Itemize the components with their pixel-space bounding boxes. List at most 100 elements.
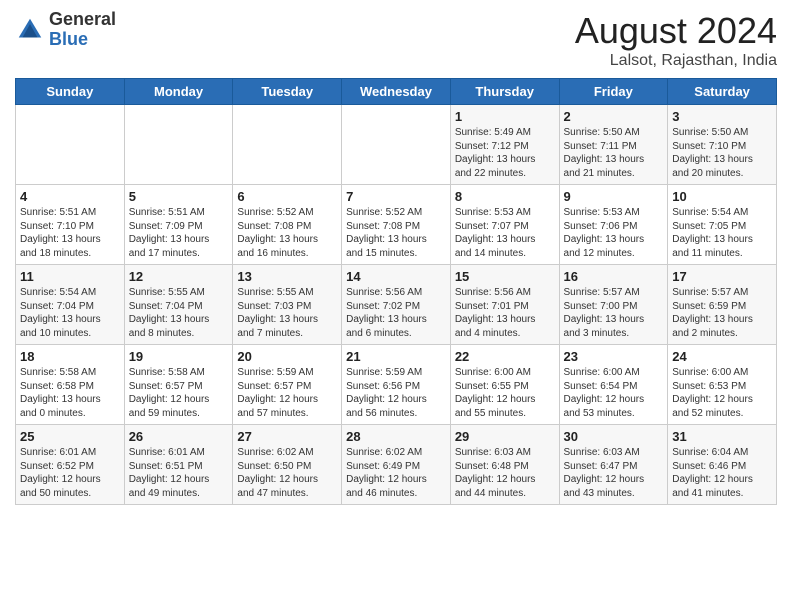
day-number: 18 [20,349,120,364]
calendar-cell [342,105,451,185]
day-info: Sunrise: 5:58 AM Sunset: 6:58 PM Dayligh… [20,366,120,420]
day-number: 3 [672,109,772,124]
calendar-cell: 4 Sunrise: 5:51 AM Sunset: 7:10 PM Daylig… [16,185,125,265]
calendar-cell: 12Sunrise: 5:55 AM Sunset: 7:04 PM Dayli… [124,265,233,345]
day-number: 14 [346,269,446,284]
day-number: 30 [564,429,664,444]
day-info: Sunrise: 5:49 AM Sunset: 7:12 PM Dayligh… [455,126,555,180]
day-number: 11 [20,269,120,284]
calendar-cell: 30 Sunrise: 6:03 AM Sunset: 6:47 PM Dayli… [559,425,668,505]
calendar-cell: 6 Sunrise: 5:52 AM Sunset: 7:08 PM Daylig… [233,185,342,265]
weekday-sunday: Sunday [16,79,125,105]
week-row-2: 11Sunrise: 5:54 AM Sunset: 7:04 PM Dayli… [16,265,777,345]
day-number: 13 [237,269,337,284]
day-info: Sunrise: 5:59 AM Sunset: 6:56 PM Dayligh… [346,366,446,420]
calendar-cell: 22 Sunrise: 6:00 AM Sunset: 6:55 PM Dayli… [450,345,559,425]
weekday-tuesday: Tuesday [233,79,342,105]
day-info: Sunrise: 6:03 AM Sunset: 6:47 PM Dayligh… [564,446,664,500]
day-number: 31 [672,429,772,444]
calendar-cell: 25 Sunrise: 6:01 AM Sunset: 6:52 PM Dayli… [16,425,125,505]
day-number: 20 [237,349,337,364]
logo-text: General Blue [49,10,116,50]
day-info: Sunrise: 5:57 AM Sunset: 7:00 PM Dayligh… [564,286,664,340]
day-number: 27 [237,429,337,444]
week-row-3: 18 Sunrise: 5:58 AM Sunset: 6:58 PM Dayli… [16,345,777,425]
day-number: 9 [564,189,664,204]
month-year: August 2024 [575,10,777,52]
day-number: 16 [564,269,664,284]
weekday-friday: Friday [559,79,668,105]
day-number: 15 [455,269,555,284]
day-info: Sunrise: 5:57 AM Sunset: 6:59 PM Dayligh… [672,286,772,340]
calendar-cell: 20Sunrise: 5:59 AM Sunset: 6:57 PM Dayli… [233,345,342,425]
page-header: General Blue August 2024 Lalsot, Rajasth… [15,10,777,70]
day-info: Sunrise: 5:58 AM Sunset: 6:57 PM Dayligh… [129,366,229,420]
day-info: Sunrise: 5:53 AM Sunset: 7:06 PM Dayligh… [564,206,664,260]
calendar-cell: 3 Sunrise: 5:50 AM Sunset: 7:10 PM Daylig… [668,105,777,185]
calendar-cell [16,105,125,185]
day-number: 4 [20,189,120,204]
calendar-cell: 13Sunrise: 5:55 AM Sunset: 7:03 PM Dayli… [233,265,342,345]
calendar-cell: 10Sunrise: 5:54 AM Sunset: 7:05 PM Dayli… [668,185,777,265]
calendar-body: 1 Sunrise: 5:49 AM Sunset: 7:12 PM Daylig… [16,105,777,505]
day-number: 25 [20,429,120,444]
calendar-header: SundayMondayTuesdayWednesdayThursdayFrid… [16,79,777,105]
calendar-cell: 16 Sunrise: 5:57 AM Sunset: 7:00 PM Dayli… [559,265,668,345]
day-number: 17 [672,269,772,284]
calendar-cell: 5Sunrise: 5:51 AM Sunset: 7:09 PM Daylig… [124,185,233,265]
calendar-cell: 31 Sunrise: 6:04 AM Sunset: 6:46 PM Dayli… [668,425,777,505]
calendar-cell [124,105,233,185]
calendar-cell: 9 Sunrise: 5:53 AM Sunset: 7:06 PM Daylig… [559,185,668,265]
calendar-cell: 1 Sunrise: 5:49 AM Sunset: 7:12 PM Daylig… [450,105,559,185]
day-number: 6 [237,189,337,204]
calendar-table: SundayMondayTuesdayWednesdayThursdayFrid… [15,78,777,505]
day-number: 12 [129,269,229,284]
calendar-cell: 14 Sunrise: 5:56 AM Sunset: 7:02 PM Dayli… [342,265,451,345]
day-number: 2 [564,109,664,124]
weekday-saturday: Saturday [668,79,777,105]
day-info: Sunrise: 6:02 AM Sunset: 6:49 PM Dayligh… [346,446,446,500]
calendar-cell: 29 Sunrise: 6:03 AM Sunset: 6:48 PM Dayli… [450,425,559,505]
logo: General Blue [15,10,116,50]
day-number: 29 [455,429,555,444]
day-info: Sunrise: 5:56 AM Sunset: 7:02 PM Dayligh… [346,286,446,340]
week-row-0: 1 Sunrise: 5:49 AM Sunset: 7:12 PM Daylig… [16,105,777,185]
day-info: Sunrise: 5:50 AM Sunset: 7:10 PM Dayligh… [672,126,772,180]
day-number: 26 [129,429,229,444]
day-info: Sunrise: 5:56 AM Sunset: 7:01 PM Dayligh… [455,286,555,340]
calendar-cell: 18 Sunrise: 5:58 AM Sunset: 6:58 PM Dayli… [16,345,125,425]
day-number: 21 [346,349,446,364]
weekday-wednesday: Wednesday [342,79,451,105]
day-info: Sunrise: 6:01 AM Sunset: 6:52 PM Dayligh… [20,446,120,500]
location: Lalsot, Rajasthan, India [575,52,777,70]
day-number: 7 [346,189,446,204]
calendar-cell: 11Sunrise: 5:54 AM Sunset: 7:04 PM Dayli… [16,265,125,345]
weekday-monday: Monday [124,79,233,105]
calendar-cell: 24 Sunrise: 6:00 AM Sunset: 6:53 PM Dayli… [668,345,777,425]
day-info: Sunrise: 5:51 AM Sunset: 7:10 PM Dayligh… [20,206,120,260]
day-info: Sunrise: 6:04 AM Sunset: 6:46 PM Dayligh… [672,446,772,500]
day-info: Sunrise: 6:00 AM Sunset: 6:54 PM Dayligh… [564,366,664,420]
title-block: August 2024 Lalsot, Rajasthan, India [575,10,777,70]
day-number: 22 [455,349,555,364]
day-number: 28 [346,429,446,444]
day-info: Sunrise: 6:00 AM Sunset: 6:55 PM Dayligh… [455,366,555,420]
week-row-1: 4 Sunrise: 5:51 AM Sunset: 7:10 PM Daylig… [16,185,777,265]
calendar-cell: 8Sunrise: 5:53 AM Sunset: 7:07 PM Daylig… [450,185,559,265]
day-number: 24 [672,349,772,364]
day-number: 19 [129,349,229,364]
calendar-cell: 21 Sunrise: 5:59 AM Sunset: 6:56 PM Dayli… [342,345,451,425]
day-info: Sunrise: 6:02 AM Sunset: 6:50 PM Dayligh… [237,446,337,500]
day-info: Sunrise: 5:52 AM Sunset: 7:08 PM Dayligh… [346,206,446,260]
calendar-cell: 2Sunrise: 5:50 AM Sunset: 7:11 PM Daylig… [559,105,668,185]
day-info: Sunrise: 5:52 AM Sunset: 7:08 PM Dayligh… [237,206,337,260]
logo-icon [15,15,45,45]
day-info: Sunrise: 6:01 AM Sunset: 6:51 PM Dayligh… [129,446,229,500]
day-info: Sunrise: 5:54 AM Sunset: 7:05 PM Dayligh… [672,206,772,260]
day-info: Sunrise: 6:00 AM Sunset: 6:53 PM Dayligh… [672,366,772,420]
day-number: 23 [564,349,664,364]
logo-blue: Blue [49,30,116,50]
day-number: 1 [455,109,555,124]
week-row-4: 25 Sunrise: 6:01 AM Sunset: 6:52 PM Dayli… [16,425,777,505]
day-info: Sunrise: 6:03 AM Sunset: 6:48 PM Dayligh… [455,446,555,500]
